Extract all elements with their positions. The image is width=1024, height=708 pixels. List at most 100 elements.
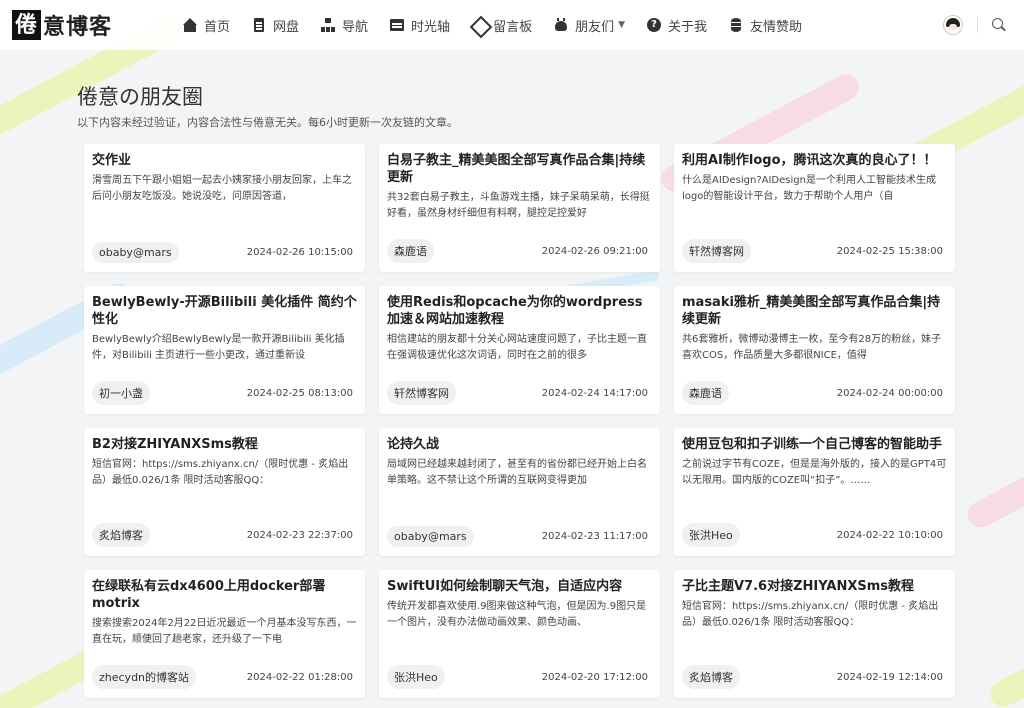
divider — [977, 17, 978, 33]
site-logo[interactable]: 倦 意博客 — [12, 10, 112, 40]
post-card[interactable]: SwiftUI如何绘制聊天气泡，自适应内容 传统开发都喜欢使用.9图来做这种气泡… — [379, 570, 660, 698]
post-excerpt: 什么是AIDesign?AIDesign是一个利用人工智能技术生成logo的智能… — [682, 175, 936, 202]
logo-text: 意博客 — [43, 14, 113, 40]
post-author-badge[interactable]: 初一小盏 — [92, 381, 150, 405]
page-title: 倦意の朋友圈 — [77, 85, 203, 109]
post-meta: 轩然博客网 2024-02-24 14:17:00 — [387, 381, 648, 405]
nav-item-guide[interactable]: 导航 — [310, 0, 379, 50]
post-meta: 初一小盏 2024-02-25 08:13:00 — [92, 381, 353, 405]
post-title[interactable]: 在绿联私有云dx4600上用docker部署motrix — [92, 578, 357, 612]
post-author-badge[interactable]: 轩然博客网 — [387, 381, 456, 405]
post-card[interactable]: 交作业 滑雪周五下午跟小姐姐一起去小姨家接小朋友回家，上车之后问小朋友吃饭没。她… — [84, 144, 365, 272]
friend-posts-grid: 交作业 滑雪周五下午跟小姐姐一起去小姨家接小朋友回家，上车之后问小朋友吃饭没。她… — [84, 144, 955, 698]
post-date: 2024-02-19 12:14:00 — [836, 671, 943, 683]
nav-label: 时光轴 — [411, 19, 451, 35]
home-icon — [183, 18, 197, 32]
nav-item-home[interactable]: 首页 — [172, 0, 241, 50]
post-title[interactable]: 子比主题V7.6对接ZHIYANXSms教程 — [682, 578, 947, 595]
search-icon[interactable] — [992, 18, 1006, 32]
nav-item-about[interactable]: 关于我 — [636, 0, 718, 50]
nav-label: 友情赞助 — [750, 19, 803, 35]
post-card[interactable]: 论持久战 局域网已经越来越封闭了，甚至有的省份都已经开始上白名单策略。这不禁让这… — [379, 428, 660, 556]
post-author-badge[interactable]: 炙焰博客 — [682, 665, 740, 689]
post-excerpt: 局域网已经越来越封闭了，甚至有的省份都已经开始上白名单策略。这不禁让这个所谓的互… — [387, 459, 647, 486]
post-date: 2024-02-25 15:38:00 — [836, 245, 943, 257]
post-author-badge[interactable]: 森鹿语 — [682, 381, 729, 405]
nav-item-guestbook[interactable]: 留言板 — [461, 0, 543, 50]
post-meta: obaby@mars 2024-02-23 11:17:00 — [387, 526, 648, 547]
post-meta: 张洪Heo 2024-02-20 17:12:00 — [387, 665, 648, 689]
post-author-badge[interactable]: obaby@mars — [92, 242, 179, 263]
post-title[interactable]: masaki雅析_精美美图全部写真作品合集|持续更新 — [682, 294, 947, 328]
sitemap-icon — [321, 18, 335, 32]
nav-label: 网盘 — [273, 19, 300, 35]
database-icon — [729, 18, 743, 32]
nav-item-friends[interactable]: 朋友们 ▼ — [543, 0, 636, 50]
logo-first-char: 倦 — [12, 10, 42, 40]
post-author-badge[interactable]: 轩然博客网 — [682, 239, 751, 263]
nav-item-disk[interactable]: 网盘 — [241, 0, 310, 50]
header-actions — [943, 0, 1006, 50]
post-card[interactable]: 使用Redis和opcache为你的wordpress加速＆网站加速教程 相信建… — [379, 286, 660, 414]
post-date: 2024-02-25 08:13:00 — [246, 387, 353, 399]
post-date: 2024-02-23 22:37:00 — [246, 529, 353, 541]
post-date: 2024-02-22 01:28:00 — [246, 671, 353, 683]
post-title[interactable]: 使用豆包和扣子训练一个自己博客的智能助手 — [682, 436, 947, 453]
post-author-badge[interactable]: obaby@mars — [387, 526, 474, 547]
post-card[interactable]: B2对接ZHIYANXSms教程 短信官网：https://sms.zhiyan… — [84, 428, 365, 556]
post-meta: zhecydn的博客站 2024-02-22 01:28:00 — [92, 665, 353, 689]
post-card[interactable]: 在绿联私有云dx4600上用docker部署motrix 搜索搜索2024年2月… — [84, 570, 365, 698]
post-excerpt: 相信建站的朋友都十分关心网站速度问题了，子比主题一直在强调极速优化这次词语，同时… — [387, 334, 647, 361]
post-title[interactable]: BewlyBewly-开源Bilibili 美化插件 简约个性化 — [92, 294, 357, 328]
nav-item-sponsor[interactable]: 友情赞助 — [718, 0, 813, 50]
nav-label: 导航 — [342, 19, 369, 35]
post-meta: obaby@mars 2024-02-26 10:15:00 — [92, 242, 353, 263]
post-meta: 轩然博客网 2024-02-25 15:38:00 — [682, 239, 943, 263]
file-icon — [252, 18, 266, 32]
nav-item-timeline[interactable]: 时光轴 — [379, 0, 461, 50]
post-excerpt: 之前说过字节有COZE，但是是海外版的，接入的是GPT4可以无限用。国内版的CO… — [682, 459, 947, 486]
friends-icon — [554, 18, 568, 32]
post-card[interactable]: 白易子教主_精美美图全部写真作品合集|持续更新 共32套白易子教主，斗鱼游戏主播… — [379, 144, 660, 272]
nav-label: 留言板 — [493, 19, 533, 35]
post-title[interactable]: 白易子教主_精美美图全部写真作品合集|持续更新 — [387, 152, 652, 186]
post-title[interactable]: 使用Redis和opcache为你的wordpress加速＆网站加速教程 — [387, 294, 652, 328]
post-title[interactable]: B2对接ZHIYANXSms教程 — [92, 436, 357, 453]
post-date: 2024-02-26 09:21:00 — [541, 245, 648, 257]
post-excerpt: 短信官网：https://sms.zhiyanx.cn/（限时优惠 - 炙焰出品… — [682, 601, 939, 628]
post-title[interactable]: 论持久战 — [387, 436, 652, 453]
post-date: 2024-02-24 00:00:00 — [836, 387, 943, 399]
board-icon — [472, 18, 486, 32]
site-header: 倦 意博客 首页 网盘 导航 时光轴 留言板 朋友们 ▼ ? 关于我 友情赞助 — [0, 0, 1024, 50]
post-date: 2024-02-26 10:15:00 — [246, 247, 353, 258]
nav-label: 首页 — [204, 19, 231, 35]
post-card[interactable]: 使用豆包和扣子训练一个自己博客的智能助手 之前说过字节有COZE，但是是海外版的… — [674, 428, 955, 556]
page-subtitle: 以下内容未经过验证，内容合法性与倦意无关。每6小时更新一次友链的文章。 — [77, 116, 458, 129]
post-date: 2024-02-23 11:17:00 — [541, 531, 648, 542]
post-card[interactable]: BewlyBewly-开源Bilibili 美化插件 简约个性化 BewlyBe… — [84, 286, 365, 414]
post-title[interactable]: SwiftUI如何绘制聊天气泡，自适应内容 — [387, 578, 652, 595]
post-excerpt: BewlyBewly介绍BewlyBewly是一款开源Bilibili 美化插件… — [92, 334, 345, 361]
nav-label: 关于我 — [668, 19, 708, 35]
post-title[interactable]: 利用AI制作logo，腾讯这次真的良心了！！ — [682, 152, 947, 169]
post-card[interactable]: 子比主题V7.6对接ZHIYANXSms教程 短信官网：https://sms.… — [674, 570, 955, 698]
post-author-badge[interactable]: 森鹿语 — [387, 239, 434, 263]
post-meta: 炙焰博客 2024-02-19 12:14:00 — [682, 665, 943, 689]
post-date: 2024-02-20 17:12:00 — [541, 671, 648, 683]
post-meta: 森鹿语 2024-02-26 09:21:00 — [387, 239, 648, 263]
post-author-badge[interactable]: 炙焰博客 — [92, 523, 150, 547]
post-excerpt: 搜索搜索2024年2月22日近况最近一个月基本没写东西，一直在玩，顺便回了趟老家… — [92, 618, 357, 645]
main-nav: 首页 网盘 导航 时光轴 留言板 朋友们 ▼ 关于我 友情赞助 — [172, 0, 813, 50]
timeline-icon — [390, 18, 405, 32]
chevron-down-icon: ▼ — [618, 20, 626, 30]
post-title[interactable]: 交作业 — [92, 152, 357, 169]
user-avatar[interactable] — [943, 15, 963, 35]
post-card[interactable]: masaki雅析_精美美图全部写真作品合集|持续更新 共6套雅析，微博动漫博主一… — [674, 286, 955, 414]
post-author-badge[interactable]: 张洪Heo — [387, 665, 445, 689]
post-meta: 炙焰博客 2024-02-23 22:37:00 — [92, 523, 353, 547]
post-card[interactable]: 利用AI制作logo，腾讯这次真的良心了！！ 什么是AIDesign?AIDes… — [674, 144, 955, 272]
post-excerpt: 传统开发都喜欢使用.9图来做这种气泡，但是因为.9图只是一个图片，没有办法做动画… — [387, 601, 647, 628]
post-author-badge[interactable]: zhecydn的博客站 — [92, 665, 197, 689]
post-excerpt: 共32套白易子教主，斗鱼游戏主播，妹子呆萌呆萌，长得挺好看，虽然身材纤细但有料啊… — [387, 192, 650, 219]
post-author-badge[interactable]: 张洪Heo — [682, 523, 740, 547]
